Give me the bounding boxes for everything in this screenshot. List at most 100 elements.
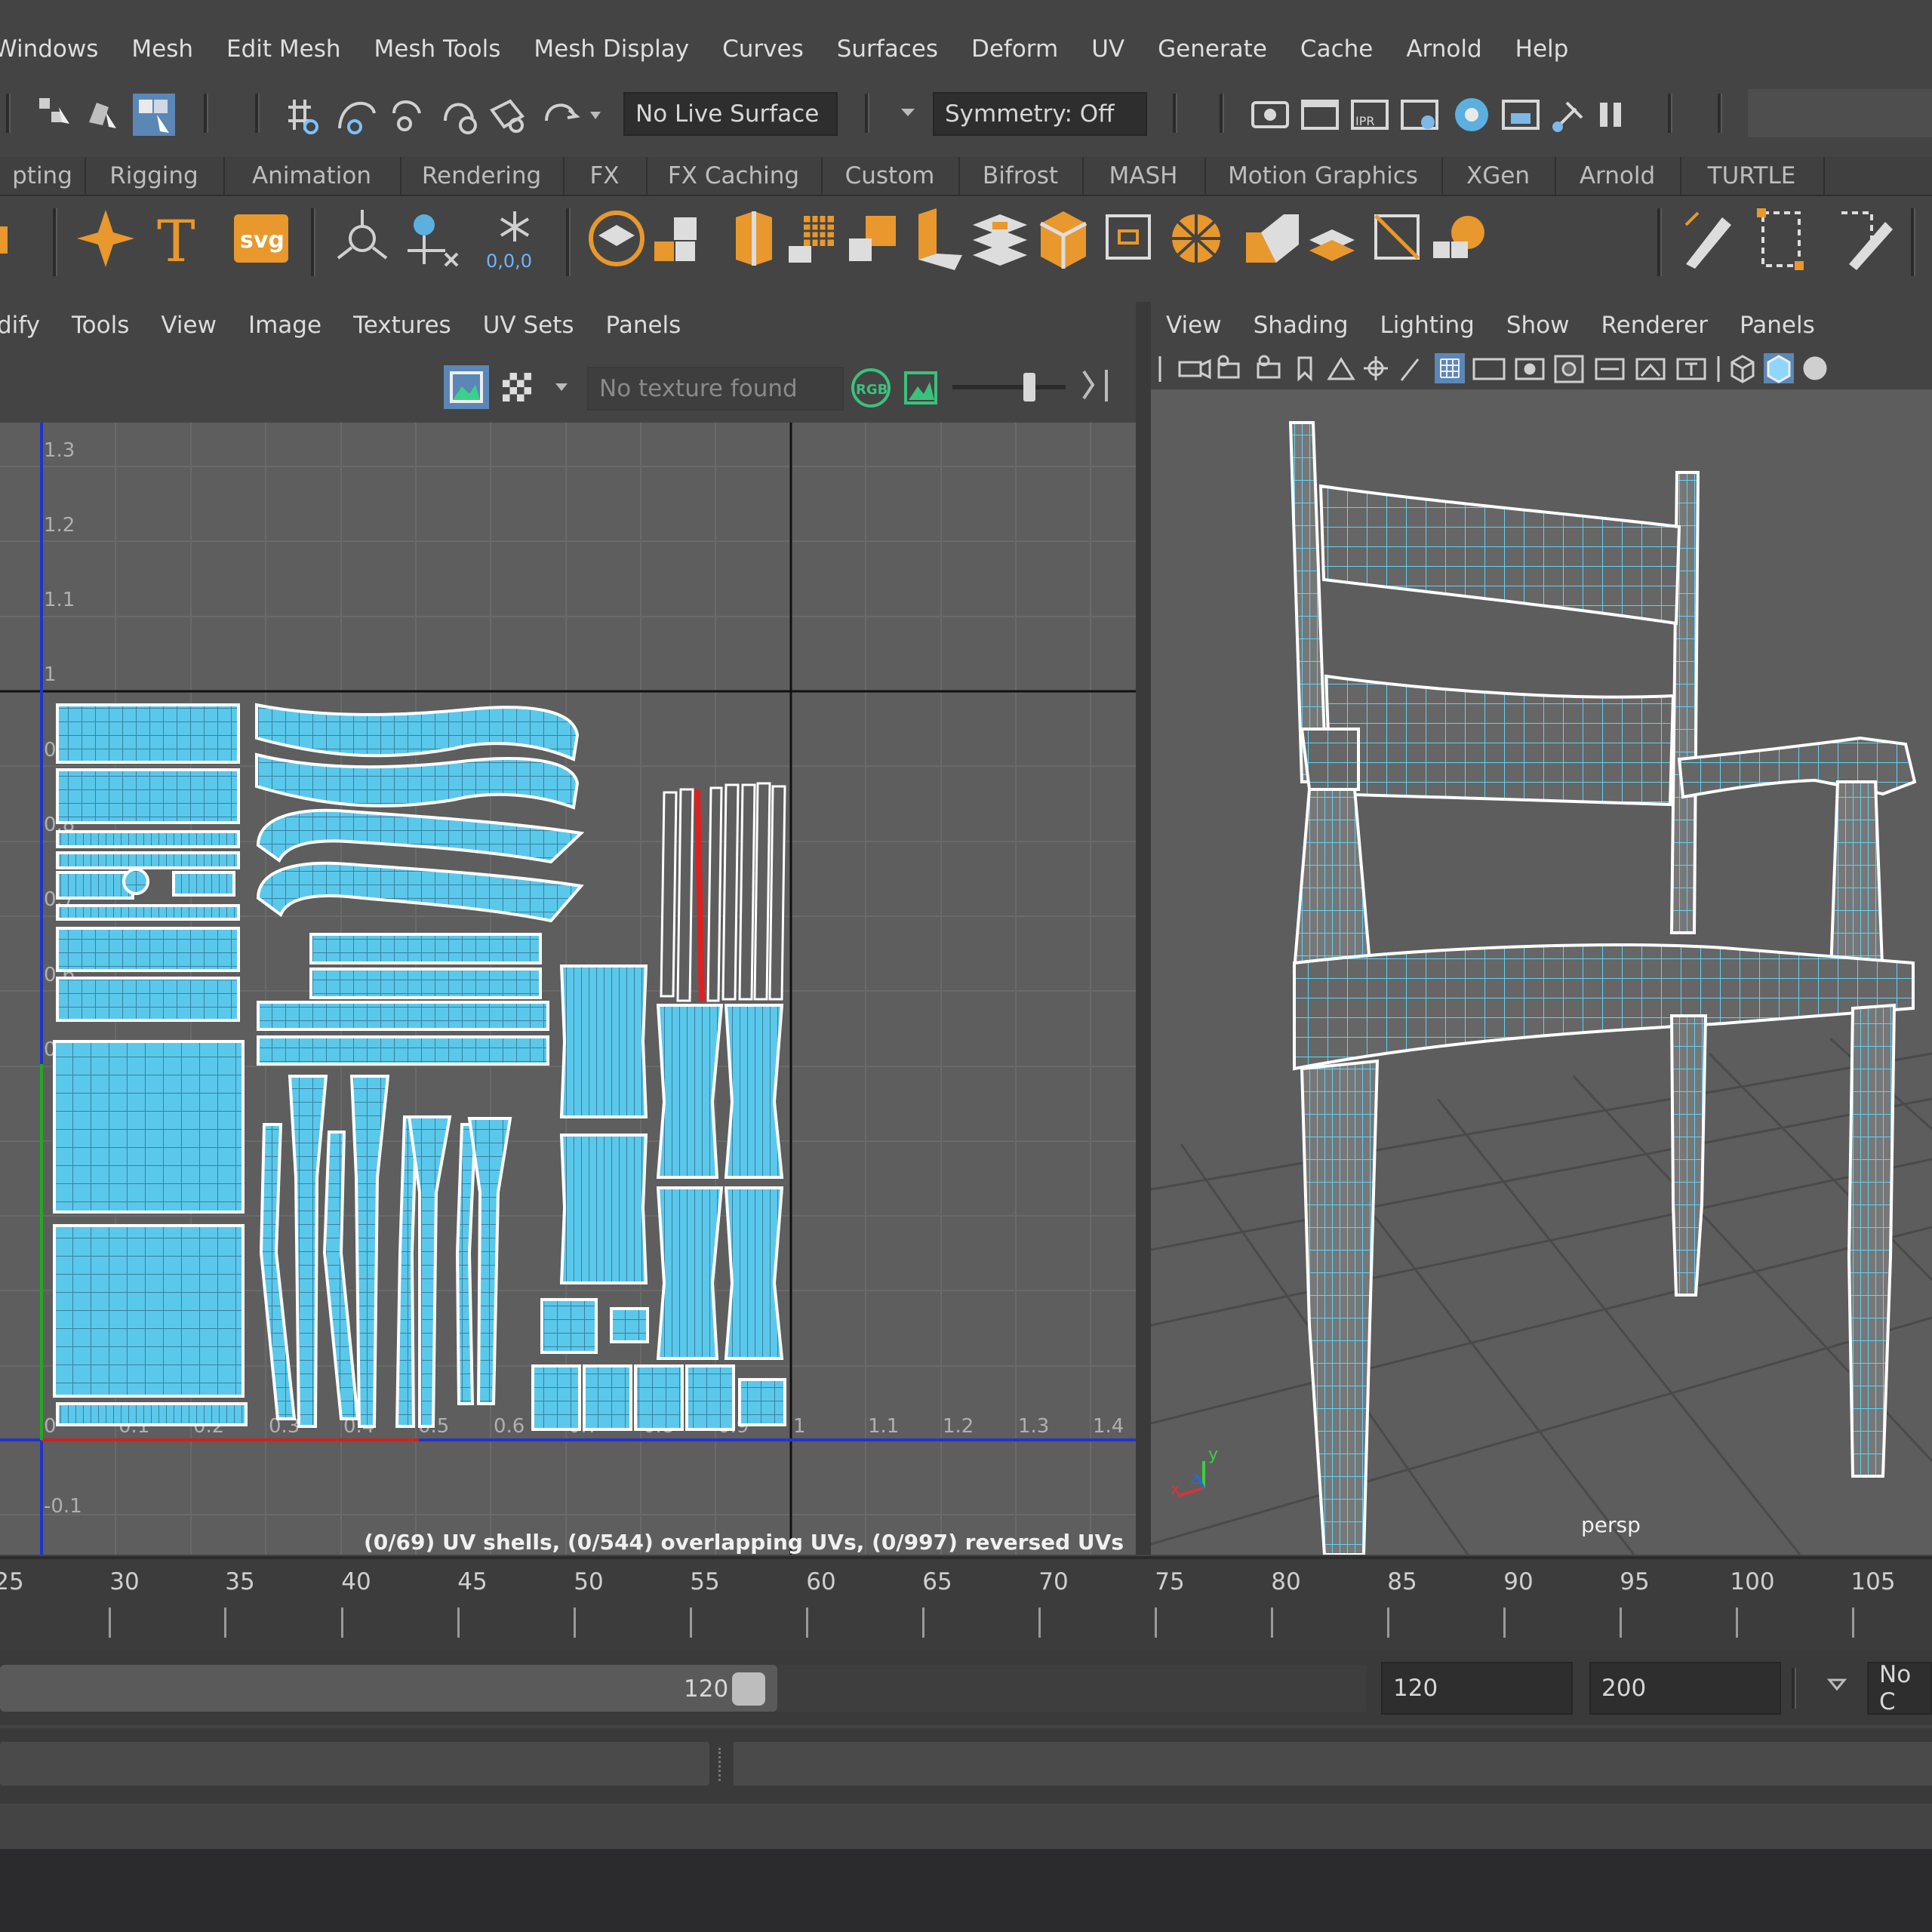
render-region-icon[interactable] xyxy=(1251,101,1289,128)
vp-menu-panels[interactable]: Panels xyxy=(1740,312,1815,339)
chair-leg-front-right[interactable] xyxy=(1847,1003,1897,1478)
origin-icon[interactable] xyxy=(337,210,388,260)
shelf-tab-fx[interactable]: FX xyxy=(563,157,648,195)
live-surface-field[interactable]: No Live Surface xyxy=(623,92,838,136)
render-current-frame-icon[interactable] xyxy=(1301,100,1339,130)
shelf-tab-animation[interactable]: Animation xyxy=(223,157,401,195)
uv-shell[interactable] xyxy=(322,1131,360,1420)
command-input[interactable] xyxy=(0,1742,709,1786)
menu-mesh-tools[interactable]: Mesh Tools xyxy=(374,35,501,63)
uv-shell[interactable] xyxy=(53,1040,245,1214)
grid-icon[interactable] xyxy=(1435,353,1465,383)
uv-shell[interactable] xyxy=(256,861,584,923)
text-tool-icon[interactable]: T xyxy=(157,208,195,273)
uv-shell[interactable] xyxy=(583,1364,632,1431)
chair-seat[interactable] xyxy=(1293,943,1915,1071)
menu-generate[interactable]: Generate xyxy=(1158,35,1267,63)
transfer-icon[interactable] xyxy=(1246,214,1299,263)
uv-shell[interactable] xyxy=(122,868,149,895)
chevron-down-icon[interactable] xyxy=(1826,1677,1849,1695)
chair-armrest-left[interactable] xyxy=(1300,728,1360,791)
uv-menu-tools[interactable]: Tools xyxy=(72,312,129,339)
layout-icon[interactable] xyxy=(1039,211,1088,269)
shelf-tab-rigging[interactable]: Rigging xyxy=(85,157,225,195)
sew-uv-icon[interactable] xyxy=(918,208,962,270)
shelf-tab-mash[interactable]: MASH xyxy=(1082,157,1206,195)
field-chart-icon[interactable] xyxy=(1595,358,1625,380)
uv-grid-view[interactable]: 1.3 1.2 1.1 1 0.9 0.8 0.7 0.6 0.5 -0.1 0… xyxy=(0,423,1136,1555)
freeze-icon[interactable]: 0,0,0 xyxy=(486,211,532,272)
shelf-tab-motion-graphics[interactable]: Motion Graphics xyxy=(1204,157,1443,195)
vp-menu-view[interactable]: View xyxy=(1166,312,1222,339)
menu-deform[interactable]: Deform xyxy=(971,35,1058,63)
automatic-map-icon[interactable] xyxy=(789,216,834,263)
select-hierarchy-icon[interactable] xyxy=(39,98,69,124)
menu-cache[interactable]: Cache xyxy=(1300,35,1373,63)
stack-shells-icon[interactable] xyxy=(1309,229,1355,261)
shelf-tab-fx-caching[interactable]: FX Caching xyxy=(646,157,823,195)
uv-shell[interactable] xyxy=(559,964,648,1118)
bounding-box-icon[interactable] xyxy=(1757,208,1804,270)
chair-model[interactable] xyxy=(1288,421,1917,1555)
cut-uv-icon[interactable] xyxy=(849,216,896,261)
uv-shell[interactable] xyxy=(56,927,240,972)
end-time-field[interactable]: 120 xyxy=(1381,1662,1573,1715)
shelf-tab-arnold[interactable]: Arnold xyxy=(1555,157,1681,195)
vp-menu-show[interactable]: Show xyxy=(1506,312,1570,339)
uv-menu-modify[interactable]: dify xyxy=(0,312,40,339)
uv-shell[interactable] xyxy=(685,1364,735,1431)
uv-shell[interactable] xyxy=(559,1134,648,1284)
chair-leg-back-right[interactable] xyxy=(1669,1014,1708,1297)
uv-shell[interactable] xyxy=(724,1004,784,1179)
uv-shell[interactable] xyxy=(56,871,134,900)
uv-shell[interactable] xyxy=(656,1186,724,1360)
2d-pan-icon[interactable] xyxy=(1364,356,1388,380)
exposure-slider[interactable] xyxy=(952,385,1066,389)
uv-shell[interactable] xyxy=(56,851,240,869)
rgb-channel-icon[interactable]: RGB xyxy=(851,368,891,408)
shaded-sphere-icon[interactable] xyxy=(1803,356,1827,380)
shelf-tab-bifrost[interactable]: Bifrost xyxy=(958,157,1084,195)
snap-live-icon[interactable] xyxy=(545,103,580,122)
shelf-tab-xgen[interactable]: XGen xyxy=(1441,157,1556,195)
uv-shell[interactable] xyxy=(395,1115,419,1428)
gate-mask-icon[interactable] xyxy=(1554,355,1584,383)
cylindrical-map-icon[interactable] xyxy=(736,211,772,266)
chair-leg-front-left[interactable] xyxy=(1300,1059,1380,1555)
menu-mesh[interactable]: Mesh xyxy=(131,35,193,63)
menu-arnold[interactable]: Arnold xyxy=(1406,35,1481,63)
render-settings-icon[interactable] xyxy=(1401,100,1438,130)
uv-grid-canvas[interactable]: 1.3 1.2 1.1 1 0.9 0.8 0.7 0.6 0.5 -0.1 0… xyxy=(0,423,1136,1555)
shelf-icon-partial[interactable] xyxy=(0,226,8,254)
checker-icon[interactable] xyxy=(503,373,531,401)
uv-shell[interactable] xyxy=(531,1364,581,1431)
uv-editor-icon[interactable] xyxy=(589,211,645,266)
menu-windows[interactable]: Windows xyxy=(0,35,98,63)
pencil-icon[interactable] xyxy=(1684,211,1731,269)
chevron-down-icon[interactable] xyxy=(555,383,568,391)
uv-menu-image[interactable]: Image xyxy=(248,312,321,339)
uv-shell[interactable] xyxy=(255,703,580,761)
uv-shell[interactable] xyxy=(56,703,240,764)
lock-camera-icon[interactable] xyxy=(1217,355,1240,379)
lighting-icon[interactable] xyxy=(1552,101,1583,132)
uv-shell-strips[interactable] xyxy=(660,782,786,1002)
normalize-icon[interactable] xyxy=(1374,214,1420,260)
vp-menu-shading[interactable]: Shading xyxy=(1254,312,1349,339)
uv-shell[interactable] xyxy=(540,1298,598,1354)
shelf-tab-turtle[interactable]: TURTLE xyxy=(1680,157,1825,195)
render-view-icon[interactable] xyxy=(1502,100,1540,130)
resolution-gate-icon[interactable] xyxy=(1515,358,1545,380)
exposure-slider-handle[interactable] xyxy=(1023,373,1035,401)
menu-uv[interactable]: UV xyxy=(1091,35,1124,63)
uv-shell[interactable] xyxy=(309,933,542,964)
image-plane-icon[interactable] xyxy=(1327,357,1355,380)
uv-menu-view[interactable]: View xyxy=(161,312,217,339)
camera-icon[interactable] xyxy=(1178,358,1211,380)
viewport-scene[interactable]: y z x persp xyxy=(1151,389,1932,1555)
range-slider[interactable] xyxy=(0,1665,777,1712)
grease-pencil-icon[interactable] xyxy=(1400,358,1420,381)
planar-map-icon[interactable] xyxy=(654,217,697,261)
uv-menu-uv-sets[interactable]: UV Sets xyxy=(483,312,574,339)
perspective-viewport[interactable]: y z x persp xyxy=(1151,389,1932,1555)
